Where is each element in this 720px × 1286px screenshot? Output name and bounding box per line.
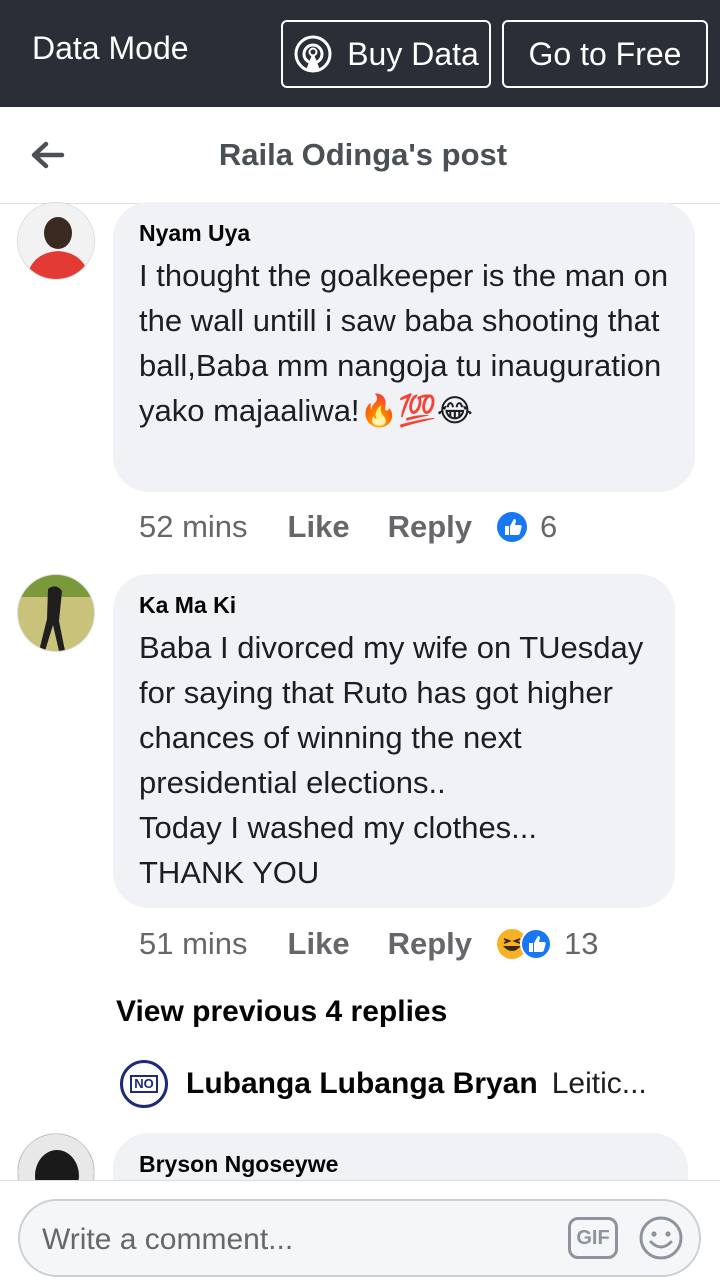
comment-author[interactable]: Ka Ma Ki xyxy=(139,592,649,619)
buy-data-button[interactable]: Buy Data xyxy=(281,20,491,88)
comment-bubble: Nyam Uya I thought the goalkeeper is the… xyxy=(113,202,695,492)
comment-placeholder: Write a comment... xyxy=(42,1223,294,1256)
comment-text: Baba I divorced my wife on TUesday for s… xyxy=(139,630,644,890)
reply-preview[interactable]: NO Lubanga Lubanga Bryan Leitic... xyxy=(120,1060,680,1108)
go-to-free-label: Go to Free xyxy=(528,35,682,72)
comment-author[interactable]: Bryson Ngoseywe xyxy=(139,1151,662,1178)
data-mode-label: Data Mode xyxy=(32,30,189,66)
reply-author: Lubanga Lubanga Bryan xyxy=(186,1067,538,1100)
avatar: NO xyxy=(120,1060,168,1108)
reply-snippet: Leitic... xyxy=(551,1067,647,1100)
reply-button[interactable]: Reply xyxy=(388,509,472,545)
user-photo-icon xyxy=(18,575,94,651)
view-previous-replies-link[interactable]: View previous 4 replies xyxy=(116,995,447,1029)
comment-bubble: Ka Ma Ki Baba I divorced my wife on TUes… xyxy=(113,574,675,908)
like-reaction-icon xyxy=(520,928,552,960)
broadcast-icon xyxy=(294,35,332,73)
user-photo-icon xyxy=(18,203,94,279)
comment-time: 51 mins xyxy=(139,926,248,961)
avatar[interactable] xyxy=(17,202,95,280)
like-button[interactable]: Like xyxy=(288,926,350,962)
reaction-count[interactable]: 6 xyxy=(540,509,557,545)
comment-actions: 51 mins Like Reply 13 xyxy=(139,924,598,964)
page-title: Raila Odinga's post xyxy=(218,137,508,172)
comment-text: I thought the goalkeeper is the man on t… xyxy=(139,258,677,428)
comment-time: 52 mins xyxy=(139,509,248,544)
reaction-icons[interactable] xyxy=(496,928,552,960)
avatar[interactable] xyxy=(17,574,95,652)
gif-button[interactable]: GIF xyxy=(568,1217,618,1259)
comment-composer: Write a comment... GIF xyxy=(0,1180,720,1286)
comment-author[interactable]: Nyam Uya xyxy=(139,220,669,247)
reaction-count[interactable]: 13 xyxy=(564,926,598,962)
comment-actions: 52 mins Like Reply 6 xyxy=(139,507,557,547)
comment-input[interactable]: Write a comment... GIF xyxy=(18,1199,701,1277)
like-reaction-icon[interactable] xyxy=(496,511,528,543)
data-mode-bar: Data Mode Buy Data Go to Free xyxy=(0,0,720,107)
post-header: Raila Odinga's post xyxy=(0,107,720,204)
like-button[interactable]: Like xyxy=(288,509,350,545)
emoji-icon[interactable] xyxy=(638,1215,684,1261)
reply-button[interactable]: Reply xyxy=(388,926,472,962)
go-to-free-button[interactable]: Go to Free xyxy=(502,20,708,88)
buy-data-label: Buy Data xyxy=(347,35,479,72)
